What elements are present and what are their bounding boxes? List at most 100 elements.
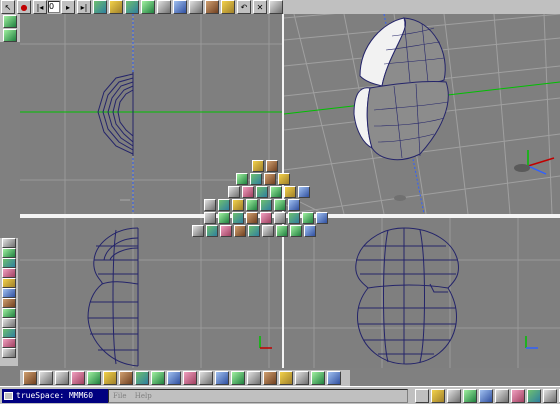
rotate-tool-icon[interactable] [141, 0, 155, 14]
sphere-icon[interactable] [23, 371, 37, 385]
joint-icon[interactable] [263, 371, 277, 385]
palette-tool-icon[interactable] [218, 212, 230, 224]
film-icon[interactable] [55, 371, 69, 385]
tray-grid-icon[interactable] [447, 389, 461, 403]
palette-tool-icon[interactable] [262, 225, 274, 237]
nav-icon[interactable] [2, 348, 16, 358]
palette-tool-icon[interactable] [256, 186, 268, 198]
palette-tool-icon[interactable] [246, 199, 258, 211]
animation-icon[interactable] [2, 318, 16, 328]
modeling-icon[interactable] [2, 308, 16, 318]
palette-tool-icon[interactable] [246, 212, 258, 224]
grass-icon[interactable] [311, 371, 325, 385]
light-tool-icon[interactable] [221, 0, 235, 14]
camera-tool-icon[interactable] [189, 0, 203, 14]
palette-tool-icon[interactable] [192, 225, 204, 237]
delete-icon[interactable]: ✕ [253, 0, 267, 14]
record-icon[interactable]: ● [17, 0, 31, 14]
boolean-icon[interactable] [2, 268, 16, 278]
palette-tool-icon[interactable] [218, 199, 230, 211]
bend-icon[interactable] [151, 371, 165, 385]
texture-map-icon[interactable] [183, 371, 197, 385]
step-forward-icon[interactable]: ▸| [77, 0, 91, 14]
palette-tool-icon[interactable] [260, 199, 272, 211]
palette-tool-icon[interactable] [284, 186, 296, 198]
palette-tool-icon[interactable] [270, 186, 282, 198]
scale-tool-icon[interactable] [157, 0, 171, 14]
palette-tool-icon[interactable] [236, 173, 248, 185]
group-panel-icon[interactable] [3, 29, 17, 42]
palette-tool-icon[interactable] [206, 225, 218, 237]
palette-tool-icon[interactable] [232, 212, 244, 224]
paint-icon[interactable] [167, 371, 181, 385]
tray-person-icon[interactable] [431, 389, 445, 403]
palette-tool-icon[interactable] [290, 225, 302, 237]
primitives-icon[interactable] [2, 248, 16, 258]
palette-tool-icon[interactable] [316, 212, 328, 224]
layer-icon[interactable] [215, 371, 229, 385]
object-panel-icon[interactable] [3, 15, 17, 28]
palette-tool-icon[interactable] [252, 160, 264, 172]
tray-select-icon[interactable] [415, 389, 429, 403]
view-tool-icon[interactable] [269, 0, 283, 14]
palette-tool-icon[interactable] [260, 212, 272, 224]
tray-view-icon[interactable] [527, 389, 541, 403]
tray-color-icon[interactable] [463, 389, 477, 403]
move-tool-icon[interactable] [125, 0, 139, 14]
object-icon[interactable] [71, 371, 85, 385]
palette-tool-icon[interactable] [242, 186, 254, 198]
menu-help[interactable]: Help [135, 392, 152, 400]
color-icon[interactable] [2, 288, 16, 298]
texture-icon[interactable] [2, 298, 16, 308]
palette-tool-icon[interactable] [234, 225, 246, 237]
palette-tool-icon[interactable] [204, 199, 216, 211]
select-tool-icon[interactable]: ↖ [1, 0, 15, 14]
material-ball-icon[interactable] [103, 371, 117, 385]
surface-icon[interactable] [2, 258, 16, 268]
camera-icon[interactable] [295, 371, 309, 385]
render-options-icon[interactable] [2, 338, 16, 348]
taskbar-app-button[interactable]: trueSpace: МММ60 [2, 389, 108, 403]
palette-tool-icon[interactable] [288, 212, 300, 224]
palette-tool-icon[interactable] [302, 212, 314, 224]
palette-tool-icon[interactable] [298, 186, 310, 198]
menu-file[interactable]: File [113, 392, 126, 400]
frame-field[interactable]: 0 [48, 1, 60, 13]
face-icon[interactable] [279, 371, 293, 385]
checker-icon[interactable] [199, 371, 213, 385]
palette-tool-icon[interactable] [232, 199, 244, 211]
workspace-icon[interactable] [2, 238, 16, 248]
palette-tool-icon[interactable] [278, 173, 290, 185]
palette-tool-icon[interactable] [204, 212, 216, 224]
palette-tool-icon[interactable] [274, 199, 286, 211]
palette-tool-icon[interactable] [248, 225, 260, 237]
render-tool-icon[interactable] [173, 0, 187, 14]
palette-tool-icon[interactable] [220, 225, 232, 237]
tray-box-icon[interactable] [479, 389, 493, 403]
material-icon[interactable] [2, 278, 16, 288]
palette-tool-icon[interactable] [266, 160, 278, 172]
tube-icon[interactable] [135, 371, 149, 385]
ball-icon[interactable] [87, 371, 101, 385]
rewind-icon[interactable]: |◂ [33, 0, 47, 14]
plane-icon[interactable] [39, 371, 53, 385]
world-icon[interactable] [327, 371, 341, 385]
tray-arrow-icon[interactable] [495, 389, 509, 403]
play-icon[interactable]: ▸ [61, 0, 75, 14]
tray-scroll-icon[interactable] [543, 389, 557, 403]
deform-icon[interactable] [2, 328, 16, 338]
axis-icon[interactable] [247, 371, 261, 385]
palette-tool-icon[interactable] [228, 186, 240, 198]
palette-tool-icon[interactable] [276, 225, 288, 237]
palette-tool-icon[interactable] [264, 173, 276, 185]
object-tool-icon[interactable] [93, 0, 107, 14]
palette-tool-icon[interactable] [304, 225, 316, 237]
paint-tool-icon[interactable] [109, 0, 123, 14]
palette-tool-icon[interactable] [250, 173, 262, 185]
wood-icon[interactable] [119, 371, 133, 385]
tray-ball-icon[interactable] [511, 389, 525, 403]
link-tool-icon[interactable] [205, 0, 219, 14]
undo-icon[interactable]: ↶ [237, 0, 251, 14]
palette-tool-icon[interactable] [288, 199, 300, 211]
plugin-icon[interactable] [231, 371, 245, 385]
